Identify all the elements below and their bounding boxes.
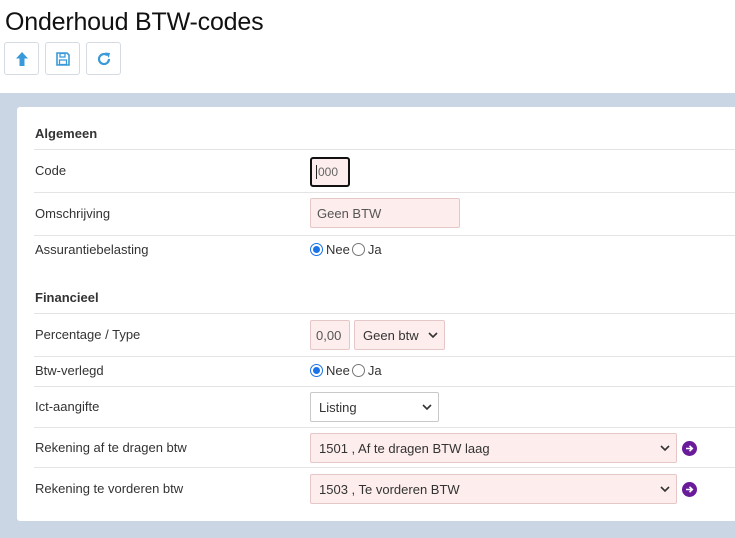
- row-ict: Ict-aangifte Listing: [34, 386, 735, 427]
- verlegd-radio-nee[interactable]: [310, 364, 323, 377]
- vorderen-select[interactable]: 1503 , Te vorderen BTW: [310, 474, 677, 504]
- row-vorderen: Rekening te vorderen btw 1503 , Te vorde…: [34, 467, 735, 509]
- arrow-right-icon: [686, 486, 694, 493]
- refresh-button[interactable]: [86, 42, 121, 75]
- assurantie-option-nee: Nee: [326, 242, 350, 257]
- btw-type-value: Geen btw: [363, 327, 419, 343]
- verlegd-option-nee: Nee: [326, 363, 350, 378]
- form-panel: Algemeen Code 000 Omschrijving Geen BTW …: [17, 107, 735, 521]
- code-input[interactable]: 000: [310, 157, 350, 187]
- row-code: Code 000: [34, 149, 735, 192]
- refresh-icon: [97, 52, 110, 65]
- page-title: Onderhoud BTW-codes: [5, 8, 264, 36]
- verlegd-radio-ja[interactable]: [351, 364, 365, 377]
- ict-select[interactable]: Listing: [310, 392, 439, 422]
- row-verlegd: Btw-verlegd Nee Ja: [34, 356, 735, 386]
- assurantie-option-ja: Ja: [367, 242, 382, 257]
- percentage-label: Percentage / Type: [35, 327, 141, 342]
- percentage-input[interactable]: 0,00: [310, 320, 350, 350]
- row-afdragen: Rekening af te dragen btw 1501 , Af te d…: [34, 427, 735, 467]
- section-title-financieel: Financieel: [35, 290, 99, 305]
- save-button[interactable]: [45, 42, 80, 75]
- btw-type-select[interactable]: Geen btw: [354, 320, 445, 350]
- assurantie-radio-ja[interactable]: [351, 243, 365, 256]
- ict-label: Ict-aangifte: [35, 399, 100, 414]
- verlegd-radio-group: Nee Ja: [310, 363, 382, 378]
- code-label: Code: [35, 163, 67, 178]
- ict-value: Listing: [319, 399, 357, 415]
- omschrijving-label: Omschrijving: [35, 206, 111, 221]
- code-value: 000: [318, 165, 339, 179]
- verlegd-label: Btw-verlegd: [35, 363, 104, 378]
- chevron-down-icon: [422, 404, 432, 411]
- row-assurantie: Assurantiebelasting Nee Ja: [34, 235, 735, 275]
- up-button[interactable]: [4, 42, 39, 75]
- chevron-down-icon: [428, 332, 438, 339]
- omschrijving-input[interactable]: Geen BTW: [310, 198, 460, 228]
- section-title-algemeen: Algemeen: [35, 126, 98, 141]
- verlegd-option-ja: Ja: [367, 363, 382, 378]
- chevron-down-icon: [660, 445, 670, 452]
- vorderen-value: 1503 , Te vorderen BTW: [319, 481, 460, 497]
- row-percentage: Percentage / Type 0,00 Geen btw: [34, 313, 735, 356]
- afdragen-value: 1501 , Af te dragen BTW laag: [319, 440, 490, 456]
- up-arrow-icon: [15, 51, 28, 66]
- assurantie-radio-nee[interactable]: [310, 243, 323, 256]
- save-icon: [55, 51, 70, 66]
- afdragen-go-icon[interactable]: [682, 441, 697, 456]
- vorderen-go-icon[interactable]: [682, 482, 697, 497]
- afdragen-label: Rekening af te dragen btw: [35, 440, 187, 455]
- arrow-right-icon: [686, 445, 694, 452]
- percentage-value: 0,00: [316, 327, 342, 343]
- chevron-down-icon: [660, 486, 670, 493]
- afdragen-select[interactable]: 1501 , Af te dragen BTW laag: [310, 433, 677, 463]
- row-omschrijving: Omschrijving Geen BTW: [34, 192, 735, 235]
- assurantie-label: Assurantiebelasting: [35, 242, 149, 257]
- text-caret: [316, 165, 317, 179]
- omschrijving-value: Geen BTW: [317, 205, 382, 221]
- vorderen-label: Rekening te vorderen btw: [35, 481, 184, 496]
- assurantie-radio-group: Nee Ja: [310, 242, 382, 257]
- toolbar: [4, 42, 121, 75]
